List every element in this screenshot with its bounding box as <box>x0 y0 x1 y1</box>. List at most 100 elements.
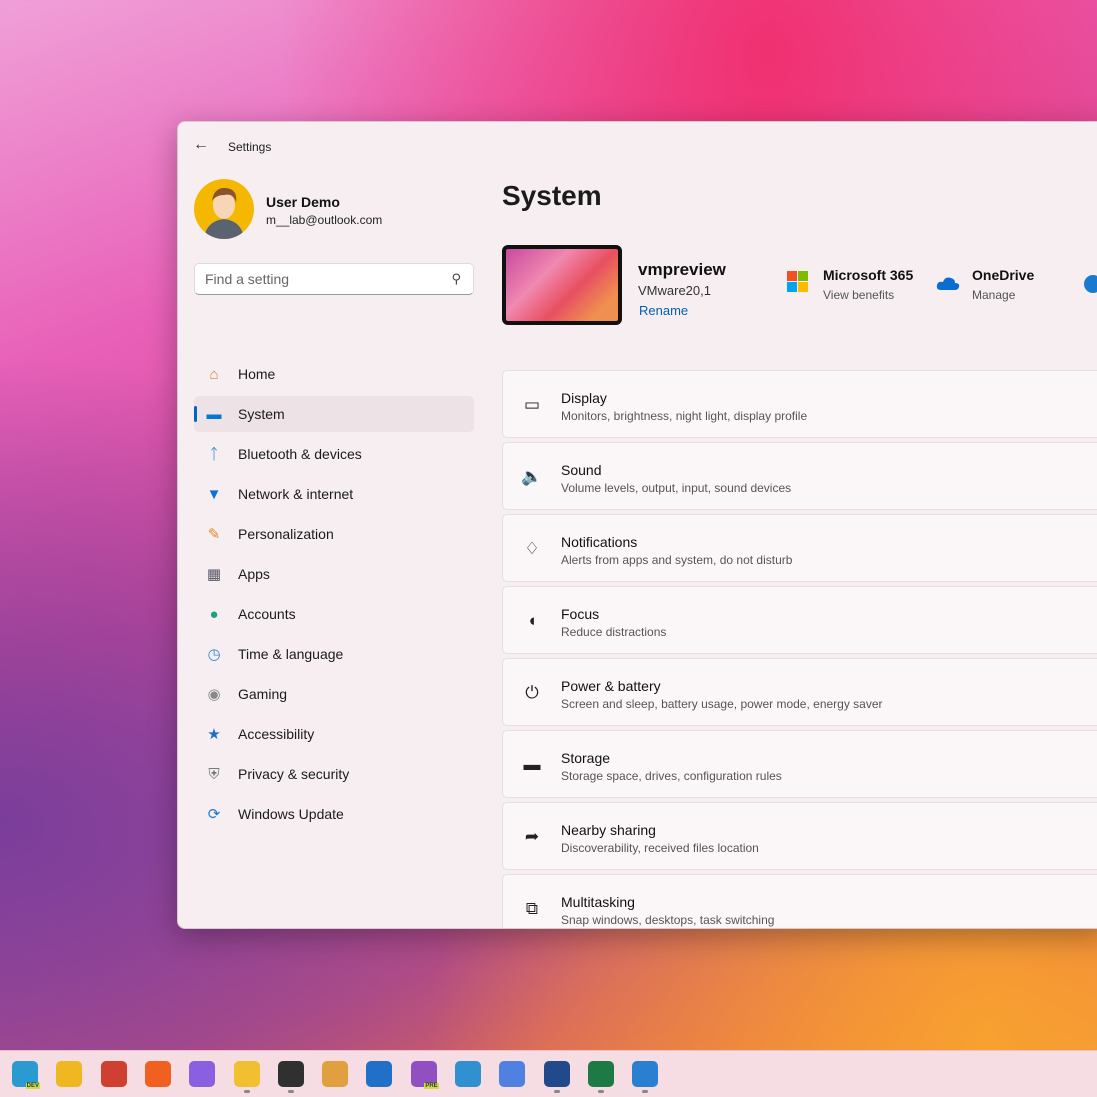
bluetooth-icon: ᛏ <box>209 445 219 463</box>
card-subtitle: Snap windows, desktops, task switching <box>561 913 775 927</box>
card-title: Nearby sharing <box>561 822 656 838</box>
microsoft-365-link[interactable]: Microsoft 365 View benefits <box>787 267 913 302</box>
shield-icon: ⛨ <box>208 765 220 783</box>
settings-card-notifications[interactable]: ♢ Notifications Alerts from apps and syste… <box>502 514 1097 582</box>
sidebar-item-privacy-security[interactable]: ⛨ Privacy & security <box>194 756 474 792</box>
edge-dev-icon[interactable]: DEV <box>12 1061 40 1089</box>
windows-update-status-icon[interactable] <box>1084 275 1097 293</box>
settings-card-storage[interactable]: ▬ Storage Storage space, drives, configura… <box>502 730 1097 798</box>
chrome-icon[interactable] <box>100 1061 127 1087</box>
sidebar-item-bluetooth-devices[interactable]: ᛏ Bluetooth & devices <box>194 436 474 472</box>
speaker-icon: 🔈 <box>521 467 543 486</box>
laptop-icon: ▭ <box>523 395 541 414</box>
settings-window: ← Settings User Demo m__lab@outlook.com … <box>177 121 1097 929</box>
device-name: vmpreview <box>638 260 726 279</box>
settings-card-focus[interactable]: ◖ Focus Reduce distractions <box>502 586 1097 654</box>
card-title: Power & battery <box>561 678 661 694</box>
card-title: Sound <box>561 462 602 478</box>
dev-tools-icon[interactable] <box>322 1061 349 1087</box>
home-icon: ⌂ <box>209 365 219 383</box>
search-icon: ⚲ <box>451 271 461 286</box>
back-button[interactable]: ← <box>193 136 209 154</box>
sidebar-item-apps[interactable]: ▦ Apps <box>194 556 474 592</box>
settings-card-multitasking[interactable]: ⧉ Multitasking Snap windows, desktops, tas… <box>502 874 1097 928</box>
microsoft-logo-icon <box>787 271 808 292</box>
service-subtitle: Manage <box>972 288 1016 302</box>
taskbar: DEV PRE <box>0 1050 1097 1097</box>
bell-icon: ♢ <box>524 539 540 558</box>
service-subtitle: View benefits <box>823 288 895 302</box>
system-icon: ▬ <box>206 405 222 423</box>
chrome-canary-icon[interactable] <box>56 1061 83 1087</box>
sidebar-item-label: Accounts <box>238 606 296 622</box>
card-title: Storage <box>561 750 611 766</box>
sidebar-item-label: Gaming <box>238 686 288 702</box>
service-title: Microsoft 365 <box>823 267 914 283</box>
sidebar-nav: ⌂ Home ▬ System ᛏ Bluetooth & devices ▼ Network… <box>194 356 474 836</box>
app-title: Settings <box>228 140 272 154</box>
card-subtitle: Volume levels, output, input, sound devi… <box>561 481 792 495</box>
sparkle-icon[interactable] <box>499 1061 526 1087</box>
apps-icon: ▦ <box>206 566 222 583</box>
search-input[interactable]: Find a setting ⚲ <box>194 263 474 295</box>
onedrive-cloud-icon <box>936 277 960 290</box>
service-title: OneDrive <box>972 267 1035 283</box>
settings-card-power-battery[interactable]: ⏻ Power & battery Screen and sleep, batter… <box>502 658 1097 726</box>
card-subtitle: Storage space, drives, configuration rul… <box>561 769 782 783</box>
excel-icon[interactable] <box>587 1061 614 1087</box>
file-explorer-icon[interactable] <box>233 1061 260 1087</box>
sidebar-item-home[interactable]: ⌂ Home <box>194 356 474 392</box>
sidebar-item-time-language[interactable]: ◷ Time & language <box>194 636 474 672</box>
sidebar-item-label: System <box>238 406 285 422</box>
sidebar-item-label: Network & internet <box>238 486 354 502</box>
snipping-tool-icon[interactable] <box>455 1061 481 1087</box>
card-title: Notifications <box>561 534 638 550</box>
onedrive-link[interactable]: OneDrive Manage <box>936 267 1034 302</box>
sidebar-item-accounts[interactable]: ● Accounts <box>194 596 474 632</box>
sidebar-item-label: Privacy & security <box>238 766 350 782</box>
sidebar-item-network-internet[interactable]: ▼ Network & internet <box>194 476 474 512</box>
sidebar-item-system[interactable]: ▬ System <box>194 396 474 432</box>
resource-monitor-icon[interactable] <box>632 1061 659 1087</box>
power-icon: ⏻ <box>525 683 539 702</box>
sidebar-item-gaming[interactable]: ◉ Gaming <box>194 676 474 712</box>
microsoft-store-icon[interactable] <box>543 1061 570 1087</box>
user-email: m__lab@outlook.com <box>266 213 383 227</box>
share-icon: ➦ <box>524 827 540 846</box>
sidebar-item-label: Personalization <box>238 526 334 542</box>
app-badge: DEV <box>25 1083 40 1089</box>
sidebar-item-personalization[interactable]: ✎ Personalization <box>194 516 474 552</box>
update-icon: ⟳ <box>207 806 221 823</box>
device-model: VMware20,1 <box>638 283 711 298</box>
card-subtitle: Discoverability, received files location <box>561 841 759 855</box>
card-title: Multitasking <box>561 894 635 910</box>
globe-clock-icon: ◷ <box>207 646 221 663</box>
focus-icon: ◖ <box>526 611 538 630</box>
sidebar-item-label: Apps <box>238 566 270 582</box>
settings-card-display[interactable]: ▭ Display Monitors, brightness, night ligh… <box>502 370 1097 438</box>
wifi-icon: ▼ <box>206 485 222 503</box>
sidebar-item-label: Accessibility <box>238 726 315 742</box>
settings-card-nearby-sharing[interactable]: ➦ Nearby sharing Discoverability, received… <box>502 802 1097 870</box>
sidebar-item-accessibility[interactable]: ★ Accessibility <box>194 716 474 752</box>
web-file-icon[interactable] <box>366 1061 393 1087</box>
sidebar-item-label: Time & language <box>238 646 344 662</box>
terminal-icon[interactable] <box>277 1061 304 1087</box>
dev-home-preview-icon[interactable]: PRE <box>410 1061 439 1089</box>
firefox-icon[interactable] <box>144 1061 171 1087</box>
search-placeholder: Find a setting <box>205 271 290 287</box>
card-subtitle: Monitors, brightness, night light, displ… <box>561 409 808 423</box>
multitasking-icon: ⧉ <box>525 899 539 918</box>
running-indicator <box>642 1090 649 1093</box>
running-indicator <box>287 1090 294 1093</box>
accounts-icon: ● <box>209 605 219 623</box>
rename-link[interactable]: Rename <box>639 303 688 318</box>
settings-card-sound[interactable]: 🔈 Sound Volume levels, output, input, soun… <box>502 442 1097 510</box>
storage-icon: ▬ <box>523 755 541 774</box>
user-name: User Demo <box>266 194 340 210</box>
copilot-icon[interactable] <box>189 1061 216 1087</box>
avatar[interactable] <box>194 179 254 239</box>
card-title: Display <box>561 390 607 406</box>
desktop-thumbnail <box>502 245 622 325</box>
sidebar-item-windows-update[interactable]: ⟳ Windows Update <box>194 796 474 832</box>
